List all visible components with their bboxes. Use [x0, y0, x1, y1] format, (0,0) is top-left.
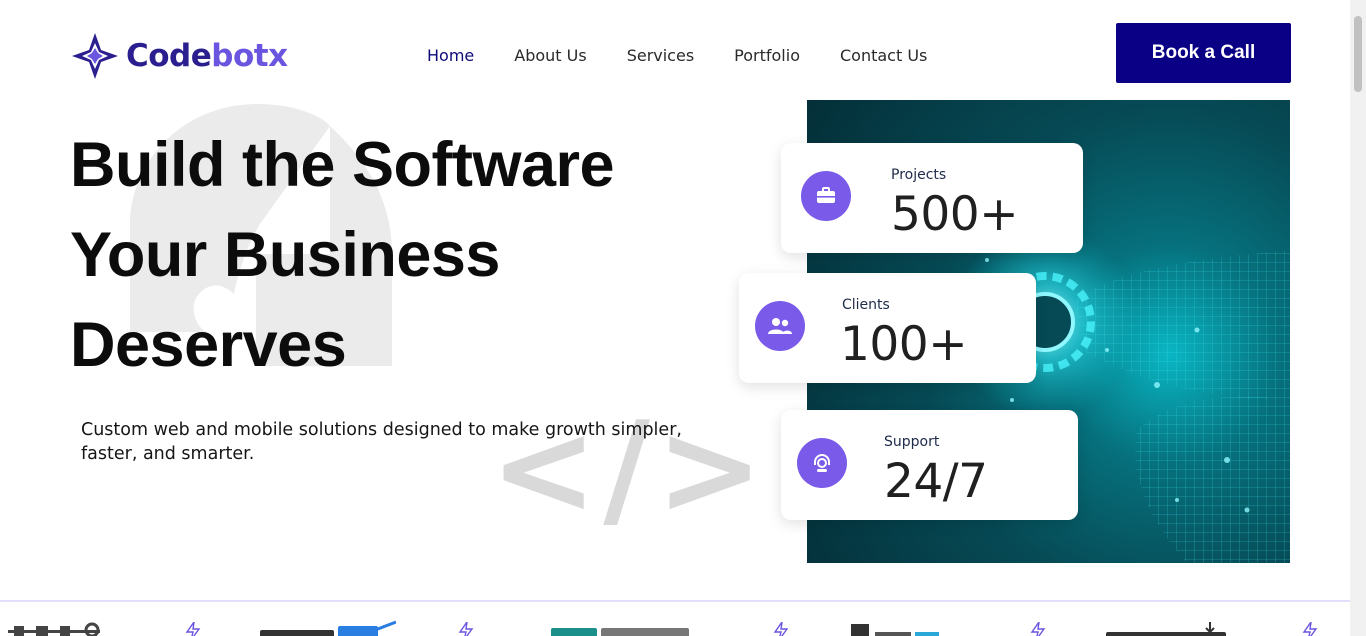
client-logo-3	[551, 620, 691, 636]
briefcase-icon	[801, 171, 851, 221]
headset-icon	[797, 438, 847, 488]
brand-name-part2: botx	[211, 38, 288, 74]
stat-card-clients: Clients 100+	[739, 273, 1036, 383]
page-scrollbar[interactable]	[1350, 0, 1366, 636]
hero-title-line-1: Build the Software	[70, 130, 615, 200]
stat-value-clients: 100+	[840, 317, 968, 372]
users-icon	[755, 301, 805, 351]
client-logos-strip	[0, 600, 1350, 636]
nav-portfolio[interactable]: Portfolio	[734, 46, 800, 65]
client-logo-2	[260, 620, 397, 636]
stat-value-projects: 500+	[891, 187, 1019, 242]
hero-subtitle: Custom web and mobile solutions designed…	[81, 420, 682, 464]
hero-title-line-3: Deserves	[70, 310, 347, 380]
nav-services[interactable]: Services	[627, 46, 694, 65]
brand-logo[interactable]: Codebotx	[70, 30, 288, 82]
book-a-call-button[interactable]: Book a Call	[1116, 23, 1291, 83]
client-logo-5	[1106, 620, 1226, 636]
stat-label-clients: Clients	[842, 297, 890, 313]
stat-value-support: 24/7	[884, 454, 988, 509]
lightning-icon	[1030, 622, 1046, 636]
lightning-icon	[458, 622, 474, 636]
brand-name-part1: Code	[126, 38, 212, 74]
client-logo-1	[8, 620, 100, 636]
stat-label-projects: Projects	[891, 167, 947, 183]
main-nav: Home About Us Services Portfolio Contact…	[427, 46, 927, 65]
scrollbar-thumb[interactable]	[1354, 16, 1362, 92]
nav-contact-us[interactable]: Contact Us	[840, 46, 927, 65]
client-logo-4	[851, 620, 941, 636]
lightning-icon	[773, 622, 789, 636]
stat-card-support: Support 24/7	[781, 410, 1078, 520]
hero-title: Build the Software Your Business Deserve…	[70, 120, 770, 390]
page: Codebotx Home About Us Services Portfoli…	[0, 0, 1350, 636]
lightning-icon	[185, 622, 201, 636]
logo-star-icon	[72, 33, 118, 79]
hero-title-line-2: Your Business	[70, 220, 500, 290]
stat-card-projects: Projects 500+	[781, 143, 1083, 253]
stat-label-support: Support	[884, 434, 940, 450]
brand-name: Codebotx	[126, 38, 288, 74]
nav-home[interactable]: Home	[427, 46, 474, 65]
nav-about-us[interactable]: About Us	[514, 46, 586, 65]
lightning-icon	[1302, 622, 1318, 636]
